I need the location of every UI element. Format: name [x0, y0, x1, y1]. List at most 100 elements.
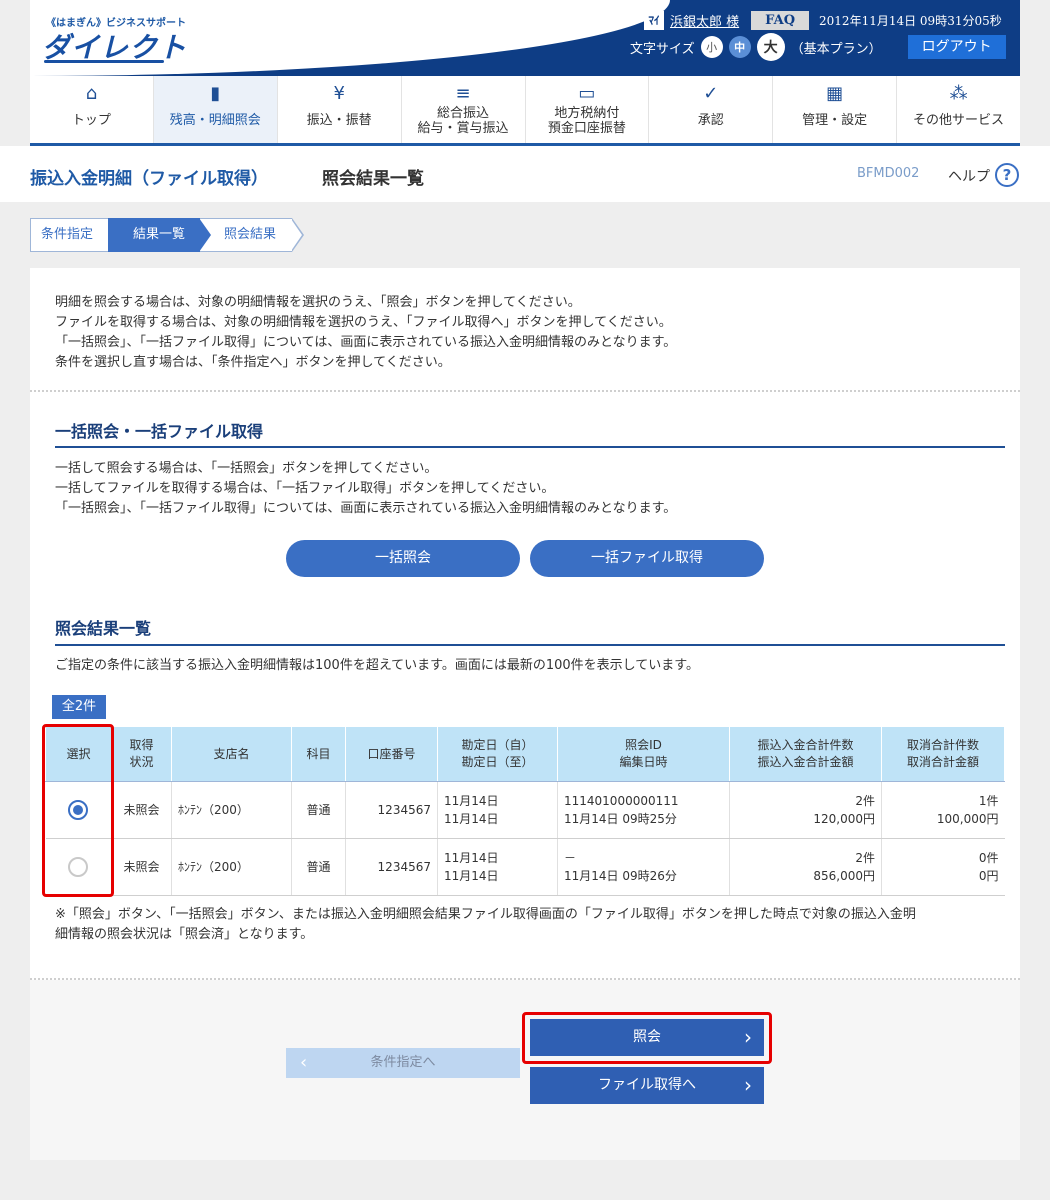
status-cell: 未照会: [111, 838, 172, 896]
nav-balance-statement[interactable]: ▮ 残高・明細照会: [153, 76, 278, 143]
col-account: 口座番号: [345, 726, 438, 782]
col-status-line2: 状況: [129, 755, 154, 769]
incoming-amount: 856,000円: [813, 869, 875, 883]
user-bar: ﾏｲ 浜銀太郎 様 FAQ 2012年11月14日 09時31分05秒: [644, 10, 1002, 30]
date-to: 11月14日: [444, 869, 499, 883]
results-table: 選択 取得 状況 支店名 科目 口座番号 勘定日（自） 勘定日（至） 照会ID …: [45, 726, 1005, 896]
section-rule: [55, 446, 1005, 448]
col-incoming-totals: 振込入金合計件数 振込入金合計金額: [729, 726, 882, 782]
font-size-medium-button[interactable]: 中: [728, 36, 751, 58]
services-icon: ⁂: [949, 83, 968, 104]
nav-label: その他サービス: [913, 113, 1005, 128]
page-subtitle: 照会結果一覧: [322, 169, 424, 189]
col-in-line1: 振込入金合計件数: [757, 738, 854, 752]
cancel-count: 1件: [978, 794, 999, 808]
page-title: 振込入金明細（ファイル取得）: [30, 169, 268, 189]
nav-label: トップ: [71, 113, 111, 128]
branch-cell: ﾎﾝﾃﾝ（200）: [171, 781, 292, 839]
incoming-totals-cell: 2件 120,000円: [729, 781, 882, 839]
nav-label: 振込・振替: [306, 113, 372, 128]
step-arrow: [199, 218, 211, 252]
nav-label: 地方税納付 預金口座振替: [526, 106, 649, 136]
cancel-amount: 100,000円: [936, 812, 999, 826]
logo-area: 《はまぎん》ビジネスサポート ダイレクト: [30, 0, 670, 76]
intro-line: 「一括照会」、「一括ファイル取得」については、画面に表示されている振込入金明細情…: [55, 335, 677, 350]
bulk-line: 「一括照会」、「一括ファイル取得」については、画面に表示されている振込入金明細情…: [55, 501, 677, 516]
col-id-line1: 照会ID: [625, 738, 662, 752]
cancel-totals-cell: 1件 100,000円: [881, 781, 1005, 839]
edited-datetime: 11月14日 09時26分: [564, 869, 677, 883]
col-cancel-line1: 取消合計件数: [906, 738, 979, 752]
table-row[interactable]: 未照会 ﾎﾝﾃﾝ（200） 普通 1234567 11月14日 11月14日 1…: [45, 781, 1005, 839]
table-row[interactable]: 未照会 ﾎﾝﾃﾝ（200） 普通 1234567 11月14日 11月14日 －…: [45, 838, 1005, 896]
intro-line: 明細を照会する場合は、対象の明細情報を選択のうえ、「照会」ボタンを押してください…: [55, 295, 581, 310]
help-icon[interactable]: ?: [995, 163, 1019, 187]
step-indicator: 条件指定 結果一覧 照会結果: [30, 218, 304, 252]
help-link[interactable]: ヘルプ: [948, 166, 990, 186]
subject-cell: 普通: [291, 781, 346, 839]
account-cell: 1234567: [345, 838, 438, 896]
file-download-button[interactable]: ファイル取得へ ›: [530, 1067, 764, 1104]
intro-text: 明細を照会する場合は、対象の明細情報を選択のうえ、「照会」ボタンを押してください…: [55, 293, 676, 373]
approve-icon: ✓: [703, 83, 719, 104]
note-line: ※「照会」ボタン、「一括照会」ボタン、または振込入金明細照会結果ファイル取得画面…: [55, 907, 916, 922]
col-branch: 支店名: [171, 726, 292, 782]
nav-approval[interactable]: ✓ 承認: [649, 76, 774, 143]
chevron-left-icon: ‹: [300, 1052, 308, 1073]
page-title-bar: 振込入金明細（ファイル取得） 照会結果一覧 BFMD002 ヘルプ: [0, 146, 1050, 202]
user-name-link[interactable]: 浜銀太郎 様: [670, 11, 739, 30]
faq-button[interactable]: FAQ: [751, 10, 810, 30]
cancel-totals-cell: 0件 0円: [881, 838, 1005, 896]
bulk-inquiry-button[interactable]: 一括照会: [286, 540, 520, 577]
nav-other-services[interactable]: ⁂ その他サービス: [897, 76, 1020, 143]
nav-label-line2: 給与・賞与振込: [417, 121, 509, 136]
intro-line: ファイルを取得する場合は、対象の明細情報を選択のうえ、「ファイル取得へ」ボタンを…: [55, 315, 672, 330]
nav-admin-settings[interactable]: ▦ 管理・設定: [773, 76, 898, 143]
cancel-count: 0件: [978, 851, 999, 865]
font-size-bar: 文字サイズ 小 中 大 （基本プラン） ログアウト: [630, 33, 1006, 61]
back-to-conditions-button[interactable]: ‹ 条件指定へ: [286, 1048, 520, 1078]
incoming-amount: 120,000円: [813, 812, 875, 826]
step-label: 結果一覧: [133, 227, 186, 242]
inquiry-id-cell: 111401000000111 11月14日 09時25分: [557, 781, 730, 839]
col-cancel-totals: 取消合計件数 取消合計金額: [881, 726, 1005, 782]
nav-label-line2: 預金口座振替: [547, 121, 626, 136]
inquiry-id: 111401000000111: [564, 794, 679, 808]
step-label: 照会結果: [224, 227, 277, 242]
col-in-line2: 振込入金合計金額: [757, 755, 854, 769]
font-size-small-button[interactable]: 小: [700, 36, 723, 58]
nav-transfer[interactable]: ¥ 振込・振替: [278, 76, 402, 143]
nav-label: 残高・明細照会: [169, 113, 261, 128]
date-from: 11月14日: [444, 794, 499, 808]
date-to: 11月14日: [444, 812, 499, 826]
font-size-large-button[interactable]: 大: [756, 33, 785, 61]
nav-top[interactable]: ⌂ トップ: [30, 76, 154, 143]
bulk-file-button[interactable]: 一括ファイル取得: [530, 540, 764, 577]
account-cell: 1234567: [345, 781, 438, 839]
date-from: 11月14日: [444, 851, 499, 865]
step-arrow-fill: [291, 219, 302, 251]
col-date-from: 勘定日（自）: [461, 738, 534, 752]
logo-swoosh: [44, 60, 164, 63]
col-inquiry-id: 照会ID 編集日時: [557, 726, 730, 782]
col-status: 取得 状況: [111, 726, 172, 782]
col-subject: 科目: [291, 726, 346, 782]
content-panel: 明細を照会する場合は、対象の明細情報を選択のうえ、「照会」ボタンを押してください…: [30, 268, 1020, 1160]
edited-datetime: 11月14日 09時25分: [564, 812, 677, 826]
bulk-description: 一括して照会する場合は、「一括照会」ボタンを押してください。 一括してファイルを…: [55, 459, 676, 519]
font-size-label: 文字サイズ: [630, 41, 695, 57]
incoming-count: 2件: [855, 851, 875, 865]
global-nav: ⌂ トップ ▮ 残高・明細照会 ¥ 振込・振替 ≡ 総合振込 給与・賞与振込 ▭…: [30, 76, 1020, 146]
table-header-row: 選択 取得 状況 支店名 科目 口座番号 勘定日（自） 勘定日（至） 照会ID …: [45, 726, 1005, 782]
col-date-to: 勘定日（至）: [461, 755, 534, 769]
nav-tax-payment[interactable]: ▭ 地方税納付 預金口座振替: [526, 76, 650, 143]
screen-id: BFMD002: [857, 166, 920, 181]
nav-label-line1: 総合振込: [437, 106, 490, 121]
cancel-amount: 0円: [978, 869, 999, 883]
col-status-line1: 取得: [129, 738, 154, 752]
results-section-title: 照会結果一覧: [55, 619, 152, 638]
results-notice: ご指定の条件に該当する振込入金明細情報は100件を超えています。画面には最新の1…: [55, 658, 699, 673]
nav-bulk-transfer[interactable]: ≡ 総合振込 給与・賞与振込: [402, 76, 526, 143]
logout-button[interactable]: ログアウト: [907, 35, 1006, 59]
step-result-detail: 照会結果: [200, 218, 304, 252]
